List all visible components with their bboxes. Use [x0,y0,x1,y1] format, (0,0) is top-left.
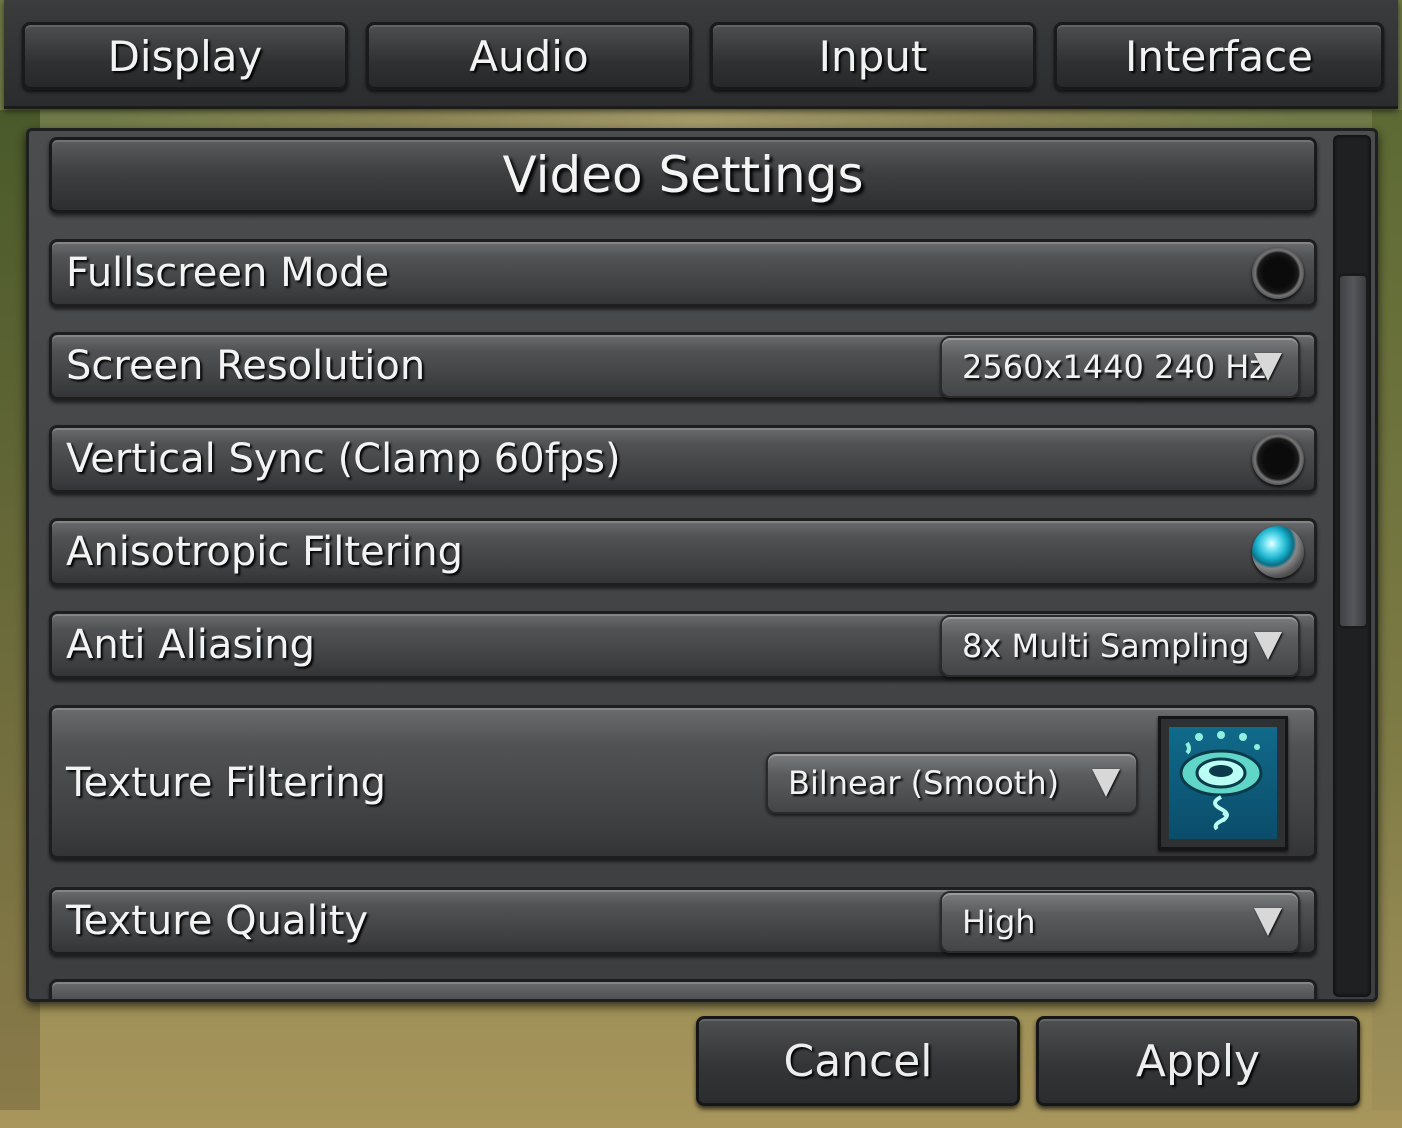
setting-row-antialiasing: Anti Aliasing 8x Multi Sampling [49,611,1317,679]
tab-display[interactable]: Display [22,22,348,90]
cancel-button[interactable]: Cancel [696,1016,1020,1106]
setting-row-anisotropic: Anisotropic Filtering [49,518,1317,586]
triangle-down-icon [1254,908,1282,936]
texture-quality-value: High [962,903,1036,941]
setting-row-texture-filtering: Texture Filtering Bilnear (Smooth) [49,705,1317,859]
resolution-dropdown[interactable]: 2560x1440 240 Hz [940,336,1300,398]
setting-row-resolution: Screen Resolution 2560x1440 240 Hz [49,332,1317,400]
tab-input[interactable]: Input [710,22,1036,90]
setting-row-texture-quality: Texture Quality High [49,887,1317,955]
panel-title: Video Settings [502,146,864,204]
texture-preview [1158,716,1288,850]
anisotropic-label: Anisotropic Filtering [66,529,463,575]
texture-filtering-label: Texture Filtering [66,760,387,806]
resolution-value: 2560x1440 240 Hz [962,348,1267,386]
setting-row-vsync: Vertical Sync (Clamp 60fps) [49,425,1317,493]
vsync-label: Vertical Sync (Clamp 60fps) [66,436,621,482]
tab-audio[interactable]: Audio [366,22,692,90]
tab-interface[interactable]: Interface [1054,22,1384,90]
antialiasing-value: 8x Multi Sampling [962,627,1250,665]
eye-spiral-icon [1169,727,1277,839]
texture-quality-dropdown[interactable]: High [940,891,1300,953]
video-settings-panel: Video Settings Fullscreen Mode Screen Re… [26,128,1378,1002]
antialiasing-label: Anti Aliasing [66,622,316,668]
texture-filtering-dropdown[interactable]: Bilnear (Smooth) [766,752,1138,814]
vsync-toggle[interactable] [1252,433,1304,485]
apply-button[interactable]: Apply [1036,1016,1360,1106]
fullscreen-toggle[interactable] [1252,247,1304,299]
triangle-down-icon [1254,632,1282,660]
setting-row-partial [49,979,1317,999]
scrollbar-thumb[interactable] [1337,273,1369,629]
panel-header: Video Settings [49,137,1317,213]
texture-quality-label: Texture Quality [66,898,369,944]
antialiasing-dropdown[interactable]: 8x Multi Sampling [940,615,1300,677]
settings-tab-bar: Display Audio Input Interface [4,0,1398,109]
triangle-down-icon [1092,769,1120,797]
fullscreen-label: Fullscreen Mode [66,250,390,296]
anisotropic-toggle[interactable] [1252,526,1304,578]
resolution-label: Screen Resolution [66,343,426,389]
setting-row-fullscreen: Fullscreen Mode [49,239,1317,307]
triangle-down-icon [1254,353,1282,381]
texture-filtering-value: Bilnear (Smooth) [788,764,1060,802]
